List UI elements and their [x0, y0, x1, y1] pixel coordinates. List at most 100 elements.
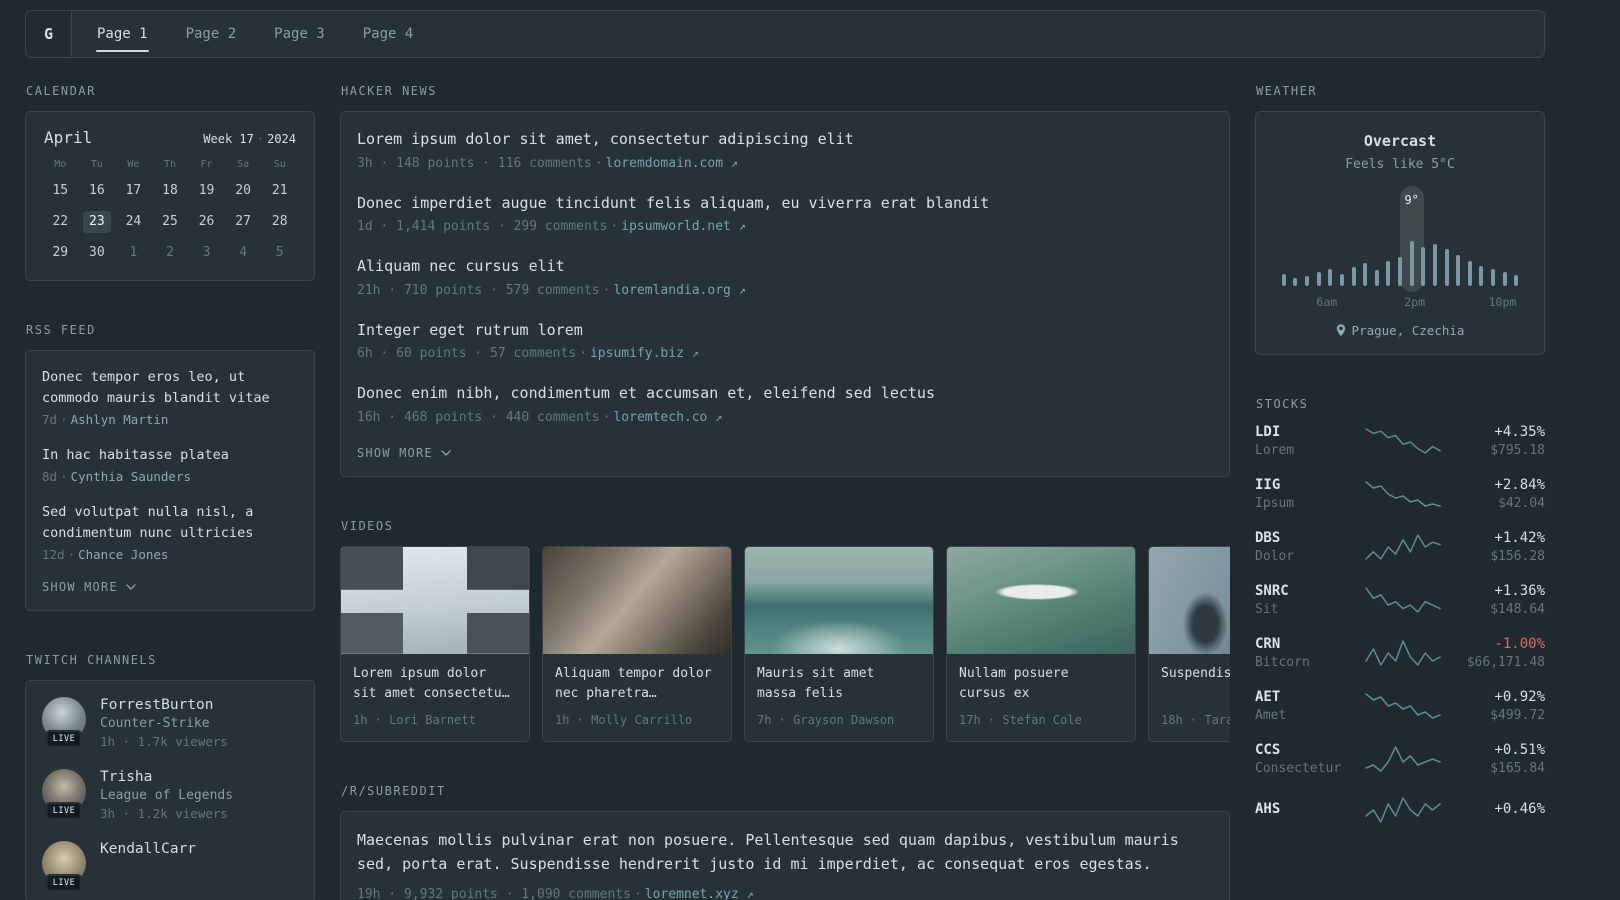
separator: · [67, 546, 76, 562]
tab-page-2[interactable]: Page 2 [167, 11, 256, 57]
hn-item-title[interactable]: Integer eget rutrum lorem [357, 319, 1213, 342]
domain-text: loremnet.xyz [644, 886, 739, 900]
stock-values: +1.36% $148.64 [1459, 583, 1545, 617]
tab-page-3[interactable]: Page 3 [255, 11, 344, 57]
video-thumbnail [543, 546, 731, 654]
weather-bar [1502, 272, 1507, 286]
stock-values: -1.00% $66,171.48 [1459, 636, 1545, 670]
app-logo[interactable]: G [26, 11, 72, 57]
subreddit-post-domain[interactable]: loremnet.xyz ↗ [645, 887, 754, 900]
calendar-week-text: Week 17 [203, 132, 254, 146]
tab-page-1[interactable]: Page 1 [78, 11, 167, 57]
weather-bar [1305, 276, 1310, 286]
stock-symbol: AHS [1255, 800, 1281, 817]
video-card[interactable]: Nullam posuere cursus ex 17h · Stefan Col… [946, 545, 1136, 742]
calendar-weekday: Su [273, 159, 286, 170]
video-card[interactable]: Lorem ipsum dolor sit amet consectetu… 1h… [340, 545, 530, 742]
weather-current-temp: 9° [1404, 193, 1419, 207]
right-column: WEATHER Overcast Feels like 5°C 9° 6am 2p… [1255, 84, 1545, 867]
weather-bar [1421, 247, 1426, 286]
twitch-channel-row[interactable]: LIVE Trisha League of Legends 3h · 1.2k vie… [42, 768, 298, 821]
stock-sparkline [1347, 691, 1459, 721]
weather-condition: Overcast [1363, 132, 1437, 150]
twitch-channel-row[interactable]: LIVE ForrestBurton Counter-Strike 1h · 1.7k… [42, 696, 298, 749]
hn-item-stats: 21h · 710 points · 579 comments [357, 282, 600, 298]
twitch-channel-name: ForrestBurton [100, 696, 214, 713]
hn-item-domain[interactable]: loremdomain.com ↗ [606, 156, 738, 171]
weather-bar [1432, 244, 1437, 286]
stock-row[interactable]: SNRC Sit +1.36% $148.64 [1255, 583, 1545, 617]
subreddit-post-title[interactable]: Maecenas mollis pulvinar erat non posuer… [357, 828, 1213, 876]
stock-row[interactable]: LDI Lorem +4.35% $795.18 [1255, 424, 1545, 458]
hn-item-meta: 3h · 148 points · 116 comments · loremdoma… [357, 156, 1213, 171]
weather-location: Prague, Czechia [1272, 323, 1528, 338]
twitch-channel-row[interactable]: LIVE KendallCarr [42, 840, 298, 892]
hn-item: Lorem ipsum dolor sit amet, consectetur … [357, 128, 1213, 171]
weather-bar-slot [1371, 208, 1383, 286]
video-title: Aliquam tempor dolor nec pharetra… [555, 665, 712, 701]
hn-item-domain[interactable]: ipsumify.biz ↗ [590, 346, 699, 361]
twitch-channel-category: League of Legends [100, 787, 234, 803]
hn-item-domain[interactable]: ipsumworld.net ↗ [621, 219, 746, 234]
video-card[interactable]: Mauris sit amet massa felis 7h · Grayson … [744, 545, 934, 742]
twitch-channel-viewers: 1h · 1.7k viewers [100, 733, 228, 749]
weather-bar-slot [1476, 208, 1488, 286]
sparkline-chart [1365, 428, 1441, 454]
video-title: Mauris sit amet massa felis [757, 665, 875, 701]
videos-section-title: VIDEOS [341, 518, 394, 533]
hn-item-title[interactable]: Lorem ipsum dolor sit amet, consectetur … [357, 128, 1213, 151]
stock-values: +0.46% [1459, 801, 1545, 820]
twitch-channel-info: KendallCarr [100, 841, 196, 885]
hn-item-domain[interactable]: loremtech.co ↗ [613, 410, 722, 425]
stock-row[interactable]: DBS Dolor +1.42% $156.28 [1255, 530, 1545, 564]
external-link-icon: ↗ [738, 219, 746, 233]
hn-show-more-button[interactable]: SHOW MORE [357, 446, 451, 460]
hn-item: Aliquam nec cursus elit 21h · 710 points … [357, 255, 1213, 298]
calendar-day: 21 [271, 183, 288, 198]
video-title: Lorem ipsum dolor sit amet consectetu… [353, 665, 510, 701]
hn-item-title[interactable]: Aliquam nec cursus elit [357, 255, 1213, 278]
stock-row[interactable]: AET Amet +0.92% $499.72 [1255, 689, 1545, 723]
hn-item-domain[interactable]: loremlandia.org ↗ [613, 283, 745, 298]
calendar-header: April Week 17 · 2024 [42, 128, 298, 147]
videos-row: Lorem ipsum dolor sit amet consectetu… 1h… [340, 545, 1230, 742]
calendar-day: 24 [125, 214, 142, 229]
calendar-day: 20 [235, 183, 251, 198]
external-link-icon: ↗ [730, 155, 739, 170]
video-meta: 1h · Molly Carrillo [555, 712, 693, 727]
calendar-day: 1 [129, 245, 138, 260]
center-column: HACKER NEWS Lorem ipsum dolor sit amet, … [340, 84, 1230, 900]
weather-bar [1479, 266, 1484, 286]
stock-identity: DBS Dolor [1255, 530, 1347, 564]
rss-item-author: Ashlyn Martin [70, 411, 169, 427]
weather-bar [1514, 275, 1519, 286]
video-card-body: Lorem ipsum dolor sit amet consectetu… 1h… [341, 654, 529, 741]
tab-page-4[interactable]: Page 4 [344, 11, 433, 57]
stock-row[interactable]: CCS Consectetur +0.51% $165.84 [1255, 742, 1545, 776]
rss-item-title[interactable]: Donec tempor eros leo, ut commodo mauris… [42, 367, 298, 409]
top-nav: G Page 1 Page 2 Page 3 Page 4 [25, 10, 1545, 58]
video-card[interactable]: Aliquam tempor dolor nec pharetra… 1h · M… [542, 545, 732, 742]
stock-symbol: CRN [1255, 636, 1281, 652]
rss-show-more-button[interactable]: SHOW MORE [42, 580, 136, 594]
hn-item-title[interactable]: Donec imperdiet augue tincidunt felis al… [357, 192, 1213, 215]
hn-item-title[interactable]: Donec enim nibh, condimentum et accumsan… [357, 382, 1213, 405]
rss-item-title[interactable]: In hac habitasse platea [42, 445, 298, 466]
stock-row[interactable]: AHS +0.46% [1255, 795, 1545, 825]
video-card-body: Nullam posuere cursus ex 17h · Stefan Col… [947, 654, 1135, 741]
weather-bar [1328, 269, 1333, 286]
rss-item-meta: 7d · Ashlyn Martin [42, 412, 298, 427]
twitch-channel-list: LIVE ForrestBurton Counter-Strike 1h · 1.7k… [42, 696, 298, 892]
stock-identity: LDI Lorem [1255, 424, 1347, 458]
video-card[interactable]: Suspendisse diam 18h · Tara [1148, 545, 1230, 742]
weather-bar-slot [1301, 208, 1313, 286]
stock-identity: SNRC Sit [1255, 583, 1347, 617]
weather-bar-slot [1511, 208, 1523, 286]
stock-row[interactable]: CRN Bitcorn -1.00% $66,171.48 [1255, 636, 1545, 670]
stock-change: +0.46% [1494, 800, 1545, 817]
rss-item-title[interactable]: Sed volutpat nulla nisl, a condimentum n… [42, 502, 298, 544]
twitch-channel-viewers: 3h · 1.2k viewers [100, 805, 228, 821]
stock-name: Lorem [1255, 443, 1295, 458]
video-card-body: Aliquam tempor dolor nec pharetra… 1h · M… [543, 654, 731, 741]
stock-row[interactable]: IIG Ipsum +2.84% $42.04 [1255, 477, 1545, 511]
